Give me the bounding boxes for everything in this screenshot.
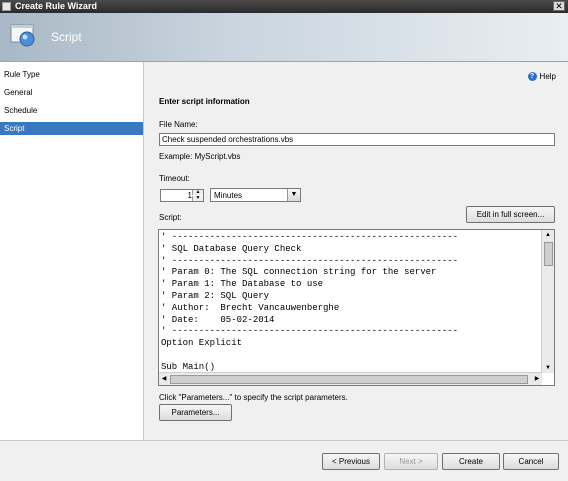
- wizard-footer: < Previous Next > Create Cancel: [0, 440, 568, 481]
- next-button[interactable]: Next >: [384, 453, 438, 470]
- timeout-label: Timeout:: [159, 174, 190, 183]
- scroll-down-icon[interactable]: ▼: [542, 363, 554, 373]
- nav-item-script[interactable]: Script: [0, 122, 143, 135]
- help-link[interactable]: ? Help: [527, 72, 556, 81]
- script-editor[interactable]: ' --------------------------------------…: [158, 229, 555, 386]
- chevron-down-icon[interactable]: ▼: [287, 189, 300, 201]
- stepper-down-icon[interactable]: ▼: [192, 196, 203, 201]
- app-icon: [2, 2, 11, 11]
- nav-item-schedule[interactable]: Schedule: [0, 104, 143, 117]
- title-bar: Create Rule Wizard ✕: [0, 0, 568, 13]
- horizontal-scroll-thumb[interactable]: [170, 375, 528, 384]
- window-title: Create Rule Wizard: [15, 1, 97, 11]
- vertical-scroll-thumb[interactable]: [544, 242, 553, 266]
- parameters-button[interactable]: Parameters...: [159, 404, 232, 421]
- close-button[interactable]: ✕: [553, 1, 565, 11]
- section-title: Enter script information: [159, 97, 250, 106]
- edit-full-screen-button[interactable]: Edit in full screen...: [466, 206, 555, 223]
- timeout-unit-value: Minutes: [214, 191, 243, 200]
- wizard-header: Script: [0, 13, 568, 62]
- wizard-nav: Rule Type General Schedule Script: [0, 62, 144, 440]
- nav-item-rule-type[interactable]: Rule Type: [0, 68, 143, 81]
- page-title: Script: [51, 30, 82, 44]
- nav-item-general[interactable]: General: [0, 86, 143, 99]
- timeout-unit-select[interactable]: Minutes ▼: [210, 188, 301, 202]
- file-name-input[interactable]: Check suspended orchestrations.vbs: [159, 133, 555, 146]
- create-button[interactable]: Create: [442, 453, 500, 470]
- vertical-scrollbar[interactable]: ▲ ▼: [541, 230, 554, 373]
- file-name-label: File Name:: [159, 120, 198, 129]
- parameters-hint: Click "Parameters..." to specify the scr…: [159, 393, 348, 402]
- previous-button[interactable]: < Previous: [322, 453, 380, 470]
- script-label: Script:: [159, 213, 182, 222]
- main-content: ? Help Enter script information File Nam…: [144, 62, 568, 440]
- scroll-right-icon[interactable]: ▶: [532, 373, 542, 385]
- file-name-example: Example: MyScript.vbs: [159, 152, 241, 161]
- script-code[interactable]: ' --------------------------------------…: [161, 232, 543, 372]
- help-label: Help: [539, 72, 556, 81]
- scroll-left-icon[interactable]: ◀: [159, 373, 169, 385]
- timeout-stepper[interactable]: 1 ▲ ▼: [160, 189, 204, 202]
- help-icon: ?: [527, 72, 537, 81]
- wizard-page-icon: [10, 24, 35, 47]
- scroll-up-icon[interactable]: ▲: [542, 230, 554, 240]
- horizontal-scrollbar[interactable]: ◀ ▶: [159, 372, 542, 385]
- cancel-button[interactable]: Cancel: [503, 453, 559, 470]
